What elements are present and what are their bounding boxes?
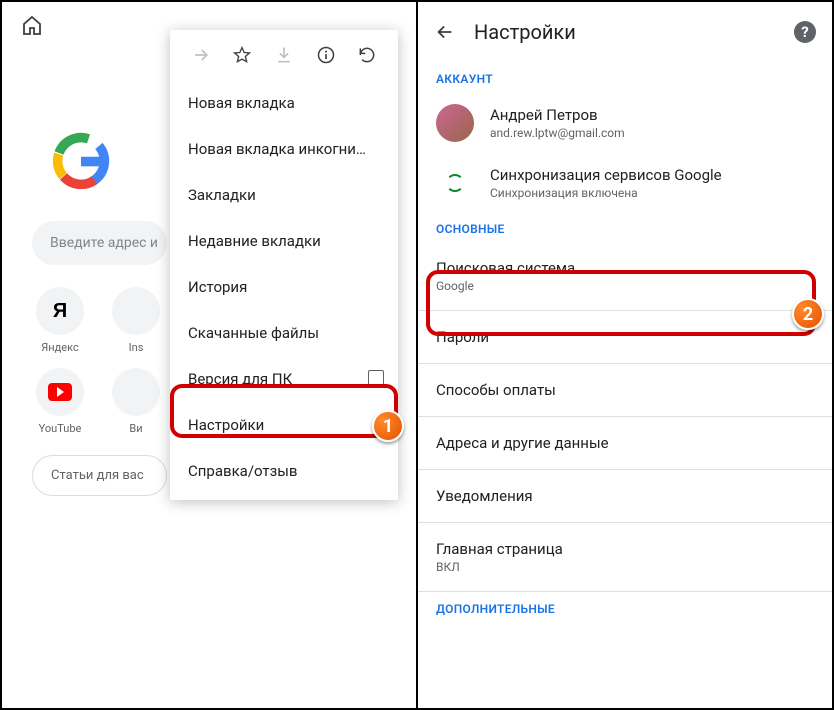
section-account: АККАУНТ <box>418 62 832 92</box>
user-email: and.rew.lptw@gmail.com <box>490 126 814 140</box>
shortcut-yandex[interactable]: Я Яндекс <box>30 287 90 354</box>
row-label: Пароли <box>436 328 814 346</box>
user-name: Андрей Петров <box>490 106 814 124</box>
shortcut-label: YouTube <box>39 422 82 435</box>
shortcut-youtube[interactable]: YouTube <box>30 368 90 435</box>
star-icon[interactable] <box>231 44 253 66</box>
menu-desktop-site[interactable]: Версия для ПК <box>170 356 398 402</box>
row-search-engine[interactable]: Поисковая система Google <box>418 242 832 310</box>
youtube-icon <box>48 383 72 401</box>
menu-new-incognito[interactable]: Новая вкладка инкогни… <box>170 126 398 172</box>
row-addresses[interactable]: Адреса и другие данные <box>418 417 832 469</box>
row-value: ВКЛ <box>436 560 814 574</box>
shortcut-label: Яндекс <box>41 341 78 354</box>
home-icon[interactable] <box>20 14 44 38</box>
overflow-menu: Новая вкладка Новая вкладка инкогни… Зак… <box>170 30 398 500</box>
menu-new-tab[interactable]: Новая вкладка <box>170 80 398 126</box>
avatar <box>436 104 474 142</box>
shortcut-instagram[interactable]: Ins <box>106 287 166 354</box>
settings-pane: Настройки ? АККАУНТ Андрей Петров and.re… <box>418 2 832 708</box>
callout-badge-2: 2 <box>792 298 824 330</box>
row-label: Адреса и другие данные <box>436 434 814 452</box>
row-label: Поисковая система <box>436 259 814 277</box>
row-homepage[interactable]: Главная страница ВКЛ <box>418 523 832 591</box>
callout-badge-1: 1 <box>372 410 404 442</box>
menu-history[interactable]: История <box>170 264 398 310</box>
shortcut-wiki[interactable]: Ви <box>106 368 166 435</box>
menu-bookmarks[interactable]: Закладки <box>170 172 398 218</box>
sync-status: Синхронизация включена <box>490 186 814 200</box>
row-label: Главная страница <box>436 540 814 558</box>
section-advanced: ДОПОЛНИТЕЛЬНЫЕ <box>418 592 832 622</box>
reload-icon[interactable] <box>356 44 378 66</box>
feed-chip[interactable]: Статьи для вас <box>32 455 167 496</box>
menu-item-label: Версия для ПК <box>188 370 292 388</box>
menu-recent-tabs[interactable]: Недавние вкладки <box>170 218 398 264</box>
menu-settings[interactable]: Настройки <box>170 402 398 448</box>
page-title: Настройки <box>474 20 776 44</box>
shortcut-label: Ins <box>129 341 144 354</box>
menu-help[interactable]: Справка/отзыв <box>170 448 398 494</box>
row-value: Google <box>436 279 814 293</box>
row-notifications[interactable]: Уведомления <box>418 470 832 522</box>
sync-row[interactable]: Синхронизация сервисов Google Синхрониза… <box>418 154 832 212</box>
row-label: Уведомления <box>436 487 814 505</box>
checkbox-icon[interactable] <box>368 370 384 386</box>
row-payments[interactable]: Способы оплаты <box>418 364 832 416</box>
forward-icon[interactable] <box>190 44 212 66</box>
menu-downloads[interactable]: Скачанные файлы <box>170 310 398 356</box>
row-label: Способы оплаты <box>436 381 814 399</box>
info-icon[interactable] <box>315 44 337 66</box>
row-passwords[interactable]: Пароли <box>418 311 832 363</box>
omnibox[interactable]: Введите адрес и <box>32 221 167 265</box>
section-basics: ОСНОВНЫЕ <box>418 212 832 242</box>
back-icon[interactable] <box>434 21 456 43</box>
download-icon[interactable] <box>273 44 295 66</box>
sync-title: Синхронизация сервисов Google <box>490 166 814 184</box>
help-icon[interactable]: ? <box>794 21 816 43</box>
sync-icon <box>446 174 464 192</box>
browser-pane: Введите адрес и Я Яндекс Ins YouTube Ви … <box>2 2 416 708</box>
account-row[interactable]: Андрей Петров and.rew.lptw@gmail.com <box>418 92 832 154</box>
shortcut-label: Ви <box>129 422 142 435</box>
